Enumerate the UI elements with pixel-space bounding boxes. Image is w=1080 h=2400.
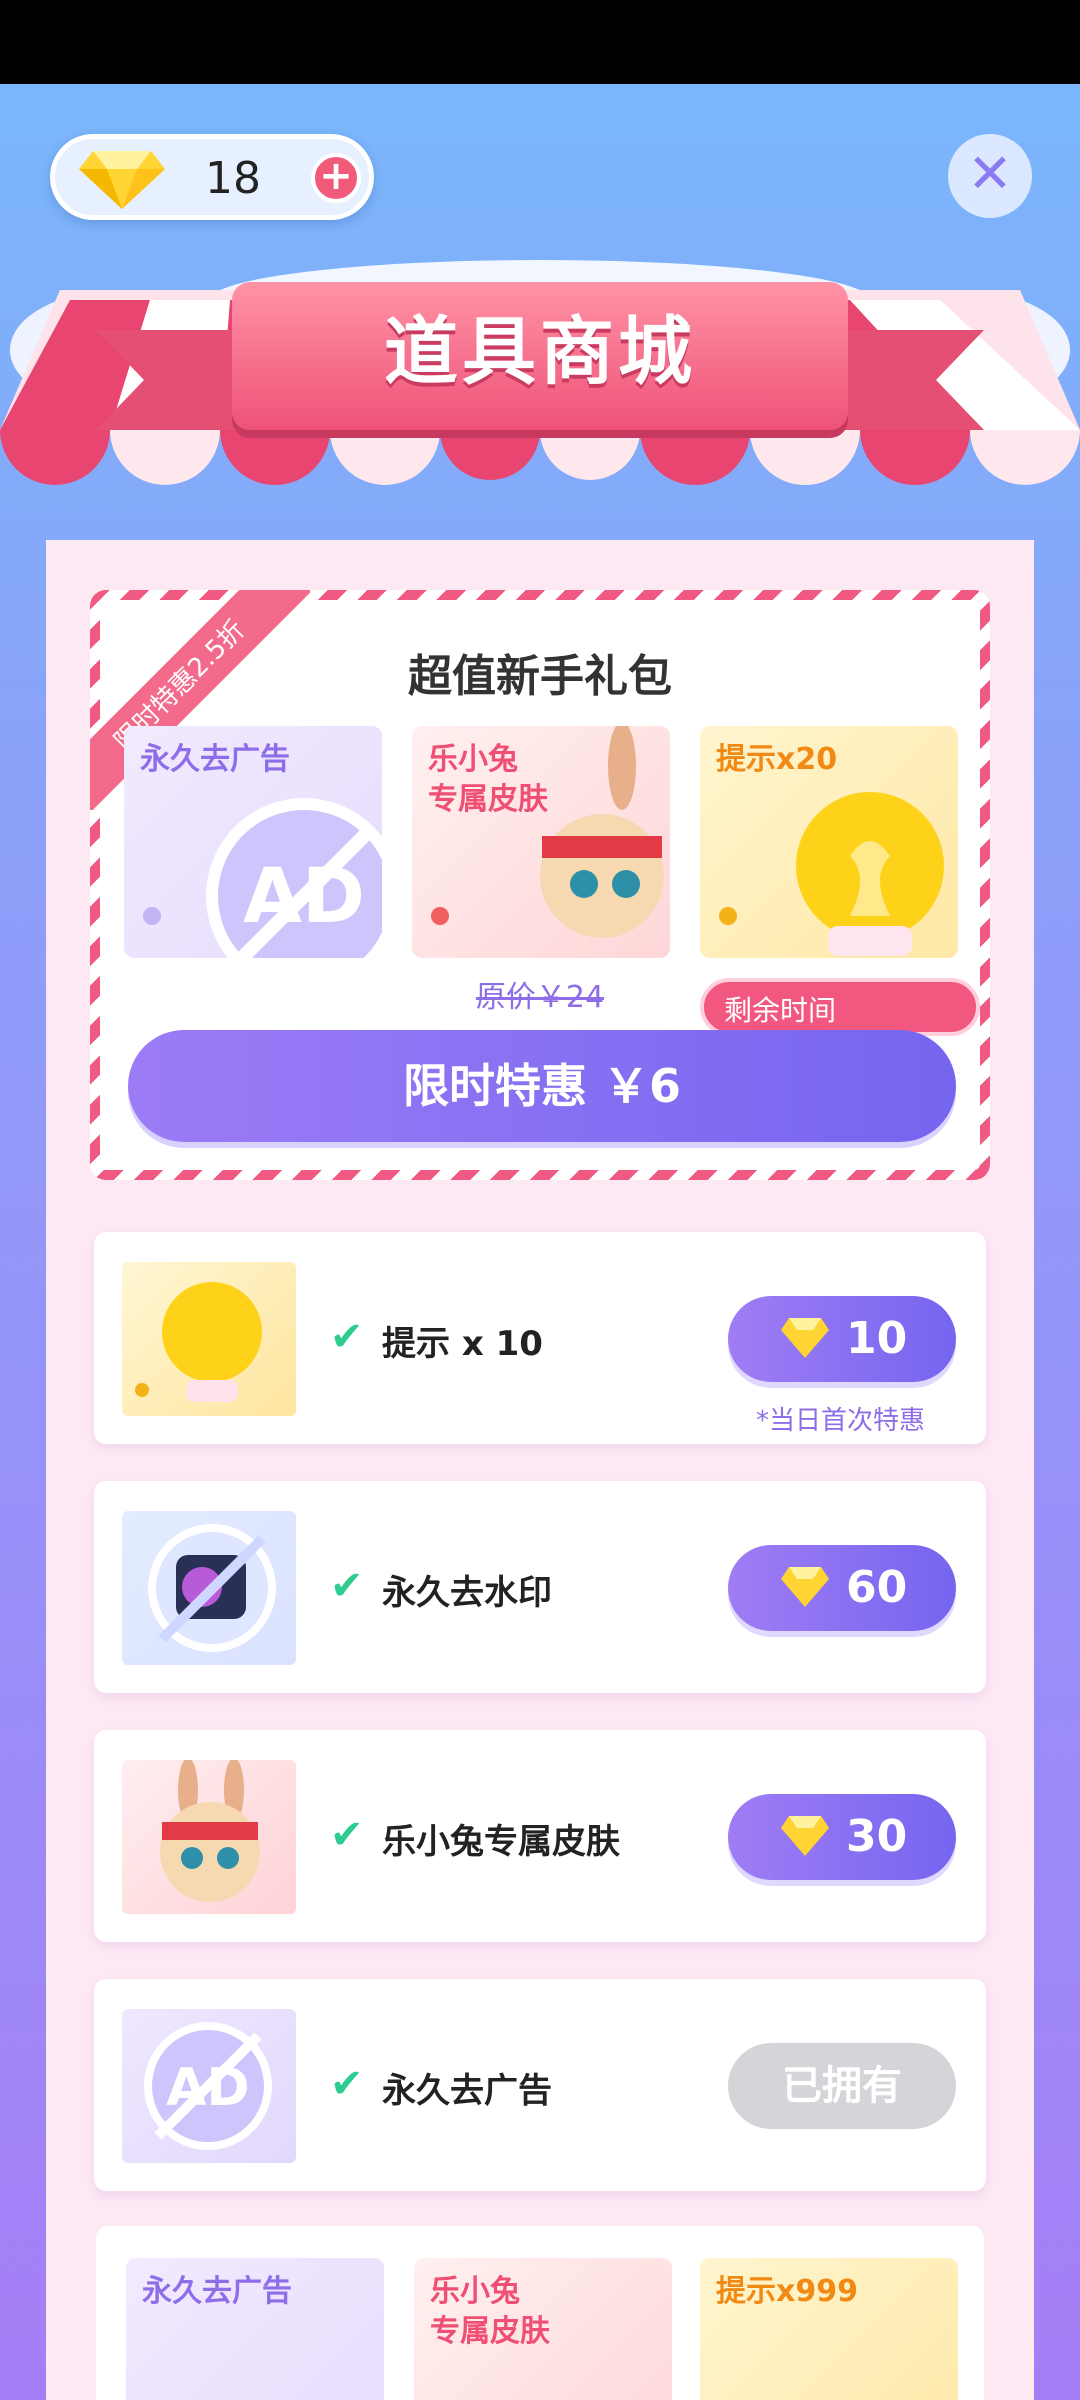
pack-tile-remove-ads: 永久去广告 AD (124, 726, 382, 958)
title-banner: 道具商城 (232, 282, 848, 430)
page-title: 道具商城 (384, 309, 696, 395)
check-icon: ✔ (330, 2061, 364, 2107)
buy-remove-watermark-button[interactable]: 60 (728, 1545, 956, 1631)
item-row-remove-watermark: ✔ 永久去水印 60 (94, 1481, 986, 1693)
item-name: 永久去水印 (382, 1573, 552, 1613)
add-gems-button[interactable]: + (311, 153, 361, 203)
diamond-icon (781, 1567, 829, 1607)
gem-count: 18 (205, 153, 261, 204)
pack-tile-bunny-skin: 乐小兔 专属皮肤 (412, 726, 670, 958)
item-name: 乐小兔专属皮肤 (382, 1822, 620, 1862)
gem-balance: 18 + (50, 134, 374, 220)
no-watermark-icon (148, 1524, 276, 1652)
check-icon: ✔ (330, 1812, 364, 1858)
diamond-icon (79, 151, 165, 209)
item-row-hints: ✔ 提示 x 10 10 *当日首次特惠 (94, 1232, 986, 1444)
diamond-icon (781, 1816, 829, 1856)
item-name: 提示 x 10 (382, 1324, 543, 1364)
check-icon: ✔ (330, 1563, 364, 1609)
first-purchase-note: *当日首次特惠 (756, 1406, 926, 1436)
buy-starter-pack-button[interactable]: 限时特惠 ￥6 (128, 1030, 956, 1142)
bundle-tile-bunny-skin: 乐小兔 专属皮肤 (414, 2258, 672, 2400)
bundle-card: 永久去广告 乐小兔 专属皮肤 提示x999 (96, 2226, 984, 2400)
buy-hints-button[interactable]: 10 (728, 1296, 956, 1382)
countdown-timer: 剩余时间 71:59:14 (700, 978, 980, 1085)
diamond-icon (781, 1318, 829, 1358)
watermark-thumbnail (122, 1511, 296, 1665)
item-name: 永久去广告 (382, 2071, 552, 2111)
item-row-remove-ads: AD ✔ 永久去广告 已拥有 (94, 1979, 986, 2191)
buy-bunny-skin-button[interactable]: 30 (728, 1794, 956, 1880)
lightbulb-icon (719, 792, 944, 956)
bunny-character-icon (160, 1760, 260, 1902)
lightbulb-icon (135, 1282, 262, 1402)
bundle-tile-hints: 提示x999 (700, 2258, 958, 2400)
pack-tile-hints: 提示x20 (700, 726, 958, 958)
bundle-tile-remove-ads: 永久去广告 (126, 2258, 384, 2400)
check-icon: ✔ (330, 1314, 364, 1360)
bunny-skin-thumbnail (122, 1760, 296, 1914)
no-ads-icon: AD (144, 2022, 272, 2150)
close-button[interactable]: ✕ (948, 134, 1032, 218)
status-bar (0, 0, 1080, 84)
starter-pack-card: 限时特惠2.5折 超值新手礼包 永久去广告 AD 乐小兔 专属皮肤 提示x20 (90, 590, 990, 1180)
bunny-character-icon (431, 726, 664, 938)
remove-ads-thumbnail: AD (122, 2009, 296, 2163)
no-ads-icon: AD (143, 798, 382, 958)
hint-thumbnail (122, 1262, 296, 1416)
starter-pack-title: 超值新手礼包 (408, 651, 672, 702)
item-row-bunny-skin: ✔ 乐小兔专属皮肤 30 (94, 1730, 986, 1942)
owned-badge: 已拥有 (728, 2043, 956, 2129)
